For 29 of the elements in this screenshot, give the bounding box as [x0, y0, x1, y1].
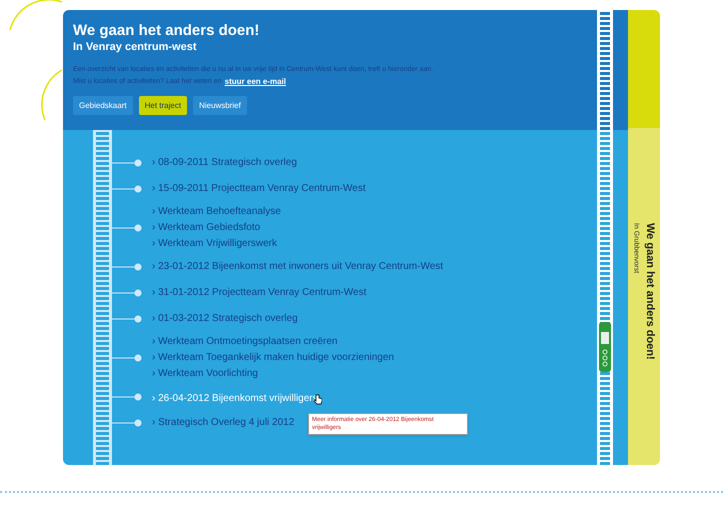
- timeline-link[interactable]: › 08-09-2011 Strategisch overleg: [152, 155, 297, 171]
- connector-dot-icon: [112, 224, 142, 232]
- timeline-link[interactable]: › 23-01-2012 Bijeenkomst met inwoners uit Venray Centrum-West: [152, 259, 444, 275]
- sidebar-title: We gaan het anders doen!: [643, 223, 657, 360]
- connector-dot-icon: [112, 263, 142, 271]
- timeline-link[interactable]: › Strategisch Overleg 4 juli 2012: [152, 415, 294, 431]
- connector-dot-icon: [112, 354, 142, 362]
- connector-dot-icon: [112, 185, 142, 193]
- timeline-link[interactable]: › 15-09-2011 Projectteam Venray Centrum-West: [152, 181, 366, 197]
- timeline-link[interactable]: › 31-01-2012 Projectteam Venray Centrum-West: [152, 285, 366, 301]
- timeline-link[interactable]: › Werkteam Vrijwilligerswerk: [152, 236, 281, 252]
- tab[interactable]: Nieuwsbrief: [193, 96, 247, 115]
- train-icon: [599, 322, 611, 372]
- connector-dot-icon: [112, 315, 142, 323]
- timeline-link[interactable]: › Werkteam Gebiedsfoto: [152, 220, 281, 236]
- page-subtitle: In Venray centrum-west: [73, 40, 198, 54]
- connector-dot-icon: [112, 393, 142, 401]
- tab[interactable]: Gebiedskaart: [73, 96, 133, 115]
- tab[interactable]: Het traject: [138, 96, 188, 115]
- timeline-link[interactable]: › Werkteam Voorlichting: [152, 366, 394, 382]
- timeline-link[interactable]: › Werkteam Toegankelijk maken huidige voorzieningen: [152, 350, 394, 366]
- email-link[interactable]: stuur een e-mail: [224, 76, 286, 88]
- timeline-link[interactable]: › Werkteam Ontmoetingsplaatsen creëren: [152, 334, 394, 350]
- connector-dot-icon: [112, 289, 142, 297]
- connector-dot-icon: [112, 159, 142, 167]
- timeline-link[interactable]: › Werkteam Behoefteanalyse: [152, 204, 281, 220]
- page-title: We gaan het anders doen!: [73, 22, 260, 40]
- connector-dot-icon: [112, 419, 142, 427]
- timeline-link[interactable]: › 01-03-2012 Strategisch overleg: [152, 311, 298, 327]
